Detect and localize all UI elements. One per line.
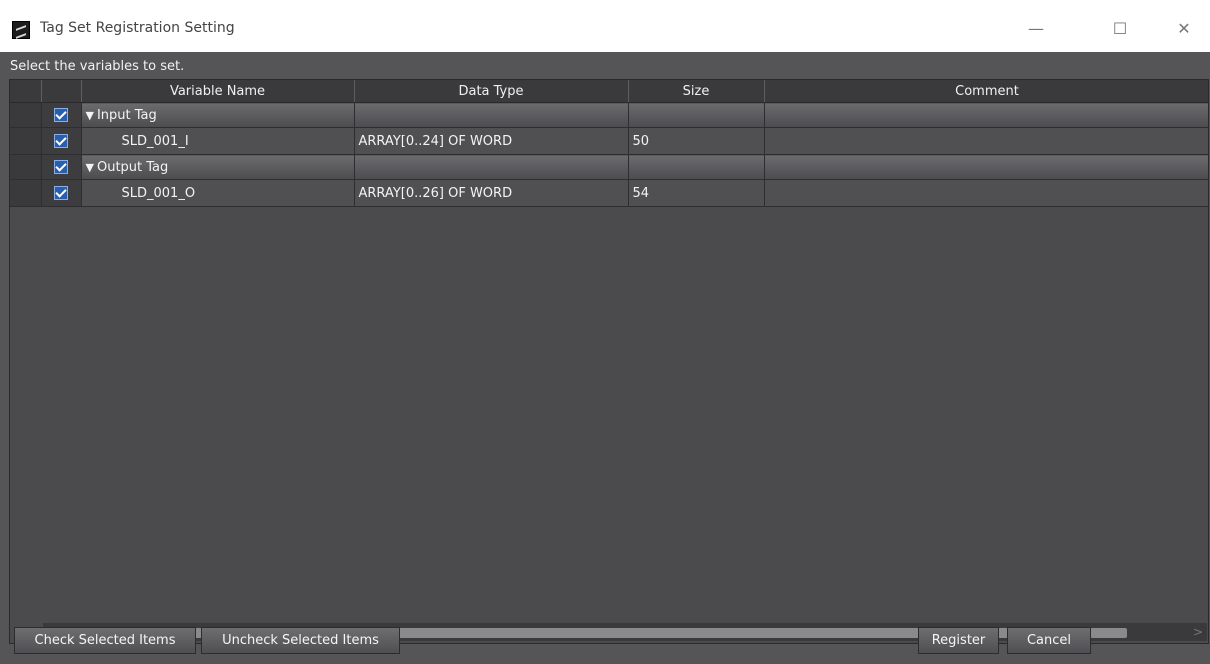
group-label: Input Tag (96, 107, 157, 123)
variable-name-cell[interactable]: ▼ Output Tag (81, 154, 355, 180)
checkbox-checked[interactable] (54, 186, 68, 200)
comment-cell[interactable] (764, 154, 1208, 180)
cancel-button[interactable]: Cancel (1007, 627, 1091, 654)
expand-triangle-icon[interactable]: ▼ (86, 109, 94, 122)
checkbox-column-header[interactable] (41, 80, 82, 103)
window-title: Tag Set Registration Setting (40, 20, 235, 36)
column-header-variable-name[interactable]: Variable Name (81, 80, 355, 103)
row-checkbox-cell[interactable] (41, 127, 82, 155)
app-icon (12, 21, 30, 39)
table-row[interactable]: SLD_001_I ARRAY[0..24] OF WORD 50 (10, 127, 1208, 155)
minimize-button[interactable]: — (1020, 14, 1052, 44)
data-type-cell[interactable] (354, 154, 629, 180)
row-header[interactable] (10, 127, 42, 155)
size-cell[interactable]: 54 (628, 179, 765, 207)
column-header-data-type[interactable]: Data Type (354, 80, 629, 103)
group-row-output-tag[interactable]: ▼ Output Tag (10, 154, 1208, 180)
size-cell[interactable]: 50 (628, 127, 765, 155)
variable-name-cell[interactable]: ▼ Input Tag (81, 102, 355, 128)
row-checkbox-cell[interactable] (41, 154, 82, 180)
scroll-right-icon[interactable]: > (1189, 623, 1207, 641)
expand-triangle-icon[interactable]: ▼ (86, 161, 94, 174)
group-row-input-tag[interactable]: ▼ Input Tag (10, 102, 1208, 128)
row-header-corner (10, 80, 42, 103)
column-header-size[interactable]: Size (628, 80, 765, 103)
variable-name-cell[interactable]: SLD_001_O (81, 179, 355, 207)
row-checkbox-cell[interactable] (41, 102, 82, 128)
checkbox-checked[interactable] (54, 108, 68, 122)
variables-table: Variable Name Data Type Size Comment ▼ In… (10, 80, 1208, 207)
row-header[interactable] (10, 179, 42, 207)
checkbox-checked[interactable] (54, 134, 68, 148)
size-cell[interactable] (628, 154, 765, 180)
data-type-cell[interactable] (354, 102, 629, 128)
table-row[interactable]: SLD_001_O ARRAY[0..26] OF WORD 54 (10, 179, 1208, 207)
data-type-cell[interactable]: ARRAY[0..24] OF WORD (354, 127, 629, 155)
title-bar: Tag Set Registration Setting — ☐ ✕ (0, 0, 1210, 52)
table-header-row: Variable Name Data Type Size Comment (10, 80, 1208, 103)
dialog-body: Select the variables to set. Variable Na… (0, 52, 1210, 664)
close-button[interactable]: ✕ (1168, 14, 1200, 44)
row-header[interactable] (10, 154, 42, 180)
row-checkbox-cell[interactable] (41, 179, 82, 207)
uncheck-selected-items-button[interactable]: Uncheck Selected Items (201, 627, 400, 654)
checkbox-checked[interactable] (54, 160, 68, 174)
row-header[interactable] (10, 102, 42, 128)
group-label: Output Tag (96, 159, 169, 175)
comment-cell[interactable] (764, 102, 1208, 128)
comment-cell[interactable] (764, 179, 1208, 207)
comment-cell[interactable] (764, 127, 1208, 155)
register-button[interactable]: Register (918, 627, 999, 654)
maximize-button[interactable]: ☐ (1104, 14, 1136, 44)
variables-grid: Variable Name Data Type Size Comment ▼ In… (9, 79, 1209, 644)
check-selected-items-button[interactable]: Check Selected Items (14, 627, 196, 654)
data-type-cell[interactable]: ARRAY[0..26] OF WORD (354, 179, 629, 207)
instruction-text: Select the variables to set. (10, 59, 185, 74)
variable-name-cell[interactable]: SLD_001_I (81, 127, 355, 155)
column-header-comment[interactable]: Comment (764, 80, 1208, 103)
size-cell[interactable] (628, 102, 765, 128)
